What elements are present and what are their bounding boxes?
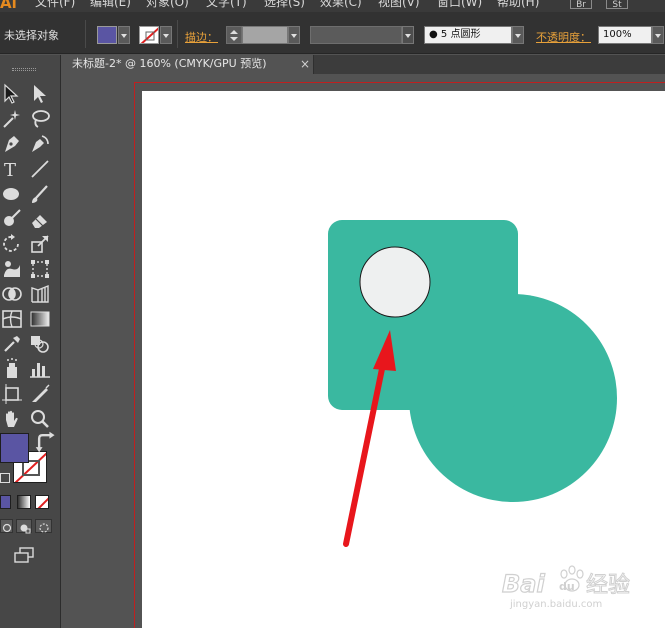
slice-tool-icon[interactable] — [28, 382, 52, 406]
shape-builder-tool-icon[interactable] — [0, 282, 24, 306]
none-slash-icon — [140, 27, 158, 43]
divider — [177, 20, 178, 48]
brush-dropdown[interactable] — [512, 26, 524, 44]
brush-definition[interactable]: ● 5 点圆形 — [424, 26, 512, 44]
shaper-tool-icon[interactable] — [0, 207, 24, 231]
watermark-suffix: 经验 — [586, 573, 630, 598]
menu-object[interactable]: 对象(O) — [146, 0, 189, 10]
small-circle-shape[interactable] — [359, 246, 431, 318]
draw-behind-icon — [20, 524, 31, 534]
menu-edit[interactable]: 编辑(E) — [90, 0, 131, 10]
hand-tool-icon[interactable] — [0, 407, 24, 431]
magic-wand-tool-icon[interactable] — [0, 107, 24, 131]
selection-status: 未选择对象 — [4, 29, 59, 42]
swap-fill-stroke-icon[interactable] — [34, 430, 55, 453]
illustrator-window: Ai 文件(F) 编辑(E) 对象(O) 文字(T) 选择(S) 效果(C) 视… — [0, 0, 665, 628]
scale-tool-icon[interactable] — [28, 232, 52, 256]
gradient-mode-button[interactable] — [17, 495, 31, 509]
fill-dropdown[interactable] — [118, 26, 130, 44]
opacity-dropdown[interactable] — [652, 26, 664, 44]
menu-help[interactable]: 帮助(H) — [497, 0, 539, 10]
none-slash-icon — [37, 497, 48, 508]
stock-button[interactable]: St — [606, 0, 628, 10]
stroke-weight-stepper[interactable] — [226, 26, 242, 44]
eraser-tool-icon[interactable] — [28, 207, 52, 231]
document-tab-title: 未标题-2* @ 160% (CMYK/GPU 预览) — [72, 57, 267, 70]
selection-tool-icon[interactable] — [0, 82, 24, 106]
canvas-area[interactable]: Bai du 经验 jingyan.baidu.com — [62, 74, 665, 628]
panel-grip[interactable] — [12, 68, 36, 71]
opacity-input[interactable]: 100% — [598, 26, 652, 44]
menu-view[interactable]: 视图(V) — [378, 0, 420, 10]
direct-selection-tool-icon[interactable] — [28, 82, 52, 106]
artwork-layer: Bai du 经验 jingyan.baidu.com — [328, 220, 631, 610]
screen-mode-icon[interactable] — [12, 543, 36, 563]
paintbrush-tool-icon[interactable] — [28, 182, 52, 206]
none-mode-button[interactable] — [35, 495, 49, 509]
default-fill-stroke-icon[interactable] — [0, 473, 10, 483]
menu-file[interactable]: 文件(F) — [35, 0, 75, 10]
symbol-sprayer-tool-icon[interactable] — [0, 357, 24, 381]
ellipse-tool-icon[interactable] — [0, 182, 24, 206]
stroke-dropdown[interactable] — [160, 26, 172, 44]
watermark-paw-text: du — [559, 580, 575, 593]
variable-width-dropdown[interactable] — [402, 26, 414, 44]
app-logo: Ai — [0, 0, 17, 12]
warp-tool-icon[interactable] — [0, 257, 24, 281]
menu-effect[interactable]: 效果(C) — [320, 0, 362, 10]
watermark-url: jingyan.baidu.com — [509, 599, 602, 610]
svg-text:T: T — [4, 160, 16, 181]
draw-normal-button[interactable] — [0, 519, 13, 533]
bridge-button[interactable]: Br — [570, 0, 592, 10]
draw-normal-icon — [2, 523, 12, 533]
stroke-swatch[interactable] — [139, 26, 159, 44]
draw-inside-icon — [39, 523, 49, 533]
gradient-tool-icon[interactable] — [28, 307, 52, 331]
blend-tool-icon[interactable] — [28, 332, 52, 356]
type-tool-icon[interactable]: T — [0, 157, 24, 181]
opacity-label[interactable]: 不透明度： — [536, 29, 591, 45]
fill-color-swatch-front[interactable] — [0, 433, 29, 463]
stepper-arrows-icon — [230, 30, 238, 41]
zoom-tool-icon[interactable] — [28, 407, 52, 431]
column-graph-tool-icon[interactable] — [28, 357, 52, 381]
watermark-brand: Bai — [502, 570, 545, 598]
mesh-tool-icon[interactable] — [0, 307, 24, 331]
tools-panel: T — [0, 55, 61, 628]
baidu-watermark: Bai du 经验 jingyan.baidu.com — [501, 565, 631, 610]
eyedropper-tool-icon[interactable] — [0, 332, 24, 356]
document-tab-strip: 未标题-2* @ 160% (CMYK/GPU 预览) × — [62, 55, 665, 74]
curvature-tool-icon[interactable] — [28, 132, 52, 156]
free-transform-tool-icon[interactable] — [28, 257, 52, 281]
fill-swatch[interactable] — [97, 26, 117, 44]
draw-inside-button[interactable] — [35, 519, 52, 533]
stroke-weight-input[interactable] — [242, 26, 288, 44]
brush-value: 5 点圆形 — [440, 29, 481, 40]
document-tab[interactable]: 未标题-2* @ 160% (CMYK/GPU 预览) — [62, 55, 314, 74]
variable-width-profile[interactable] — [310, 26, 402, 44]
line-tool-icon[interactable] — [28, 157, 52, 181]
close-icon[interactable]: × — [300, 55, 310, 73]
color-mode-button[interactable] — [0, 495, 11, 509]
pen-tool-icon[interactable] — [0, 132, 24, 156]
menu-window[interactable]: 窗口(W) — [437, 0, 482, 10]
brush-dot-icon: ● — [429, 29, 438, 40]
rounded-rectangle-shape[interactable] — [328, 220, 518, 410]
menu-type[interactable]: 文字(T) — [206, 0, 247, 10]
stroke-label[interactable]: 描边： — [185, 29, 218, 45]
menu-select[interactable]: 选择(S) — [264, 0, 305, 10]
artboard-tool-icon[interactable] — [0, 382, 24, 406]
draw-behind-button[interactable] — [16, 519, 32, 534]
divider — [85, 20, 86, 48]
lasso-tool-icon[interactable] — [28, 107, 52, 131]
control-bar: 未选择对象 描边： ● 5 点圆形 不透明度： 100% — [0, 12, 665, 54]
stroke-weight-dropdown[interactable] — [288, 26, 300, 44]
rotate-tool-icon[interactable] — [0, 232, 24, 256]
perspective-grid-tool-icon[interactable] — [28, 282, 52, 306]
menu-bar: Ai 文件(F) 编辑(E) 对象(O) 文字(T) 选择(S) 效果(C) 视… — [0, 0, 665, 12]
